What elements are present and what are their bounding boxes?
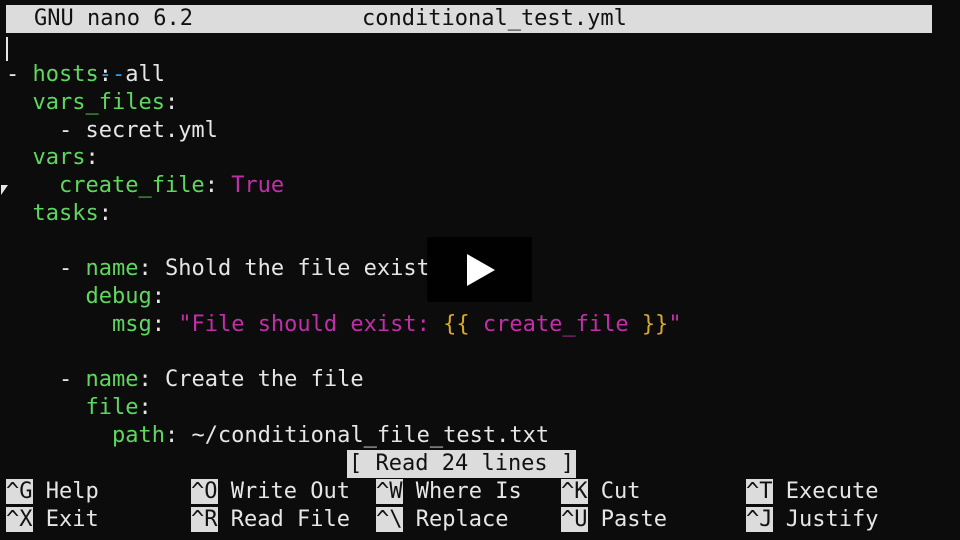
yaml-key: vars_files xyxy=(32,90,165,115)
shortcut-key: ^R xyxy=(191,507,218,532)
shortcut-help[interactable]: ^G Help xyxy=(6,478,99,506)
editor-line-1[interactable]: --- xyxy=(6,33,125,87)
yaml-key: debug xyxy=(85,284,152,309)
jinja-variable: create_file xyxy=(469,312,642,337)
editor-line-5[interactable]: vars: xyxy=(6,144,99,172)
yaml-bool-value: True xyxy=(231,173,285,198)
yaml-key: tasks xyxy=(32,201,99,226)
video-play-button[interactable] xyxy=(427,237,532,302)
shortcut-key: ^G xyxy=(6,479,33,504)
yaml-colon: : xyxy=(151,312,179,337)
shortcut-key: ^W xyxy=(376,479,403,504)
yaml-key: name xyxy=(85,256,139,281)
yaml-key: file xyxy=(85,395,139,420)
shortcut-write-out[interactable]: ^O Write Out xyxy=(191,478,350,506)
terminal-screen: GNU nano 6.2 conditional_test.yml --- - … xyxy=(0,0,960,540)
shortcut-key: ^U xyxy=(561,507,588,532)
shortcut-label: Exit xyxy=(45,507,99,532)
shortcut-key: ^O xyxy=(191,479,218,504)
yaml-value: : ~/conditional_file_test.txt xyxy=(164,423,550,448)
editor-line-13[interactable]: - name: Create the file xyxy=(6,366,364,394)
nano-version: GNU nano 6.2 xyxy=(34,6,193,31)
shortcut-label: Cut xyxy=(600,479,641,504)
shortcut-cut[interactable]: ^K Cut xyxy=(561,478,641,506)
shortcut-key: ^T xyxy=(746,479,773,504)
yaml-colon: : xyxy=(151,284,165,309)
shortcut-key: ^X xyxy=(6,507,33,532)
text-cursor xyxy=(6,37,8,61)
yaml-key: create_file xyxy=(58,173,205,198)
shortcut-label: Read File xyxy=(230,507,350,532)
editor-line-10[interactable]: debug: xyxy=(6,283,165,311)
shortcut-label: Replace xyxy=(415,507,509,532)
yaml-string: "File should exist: xyxy=(178,312,444,337)
yaml-string-end: " xyxy=(668,312,682,337)
play-icon xyxy=(467,254,495,286)
shortcut-label: Help xyxy=(45,479,99,504)
yaml-dash: - xyxy=(58,367,86,392)
shortcut-key: ^J xyxy=(746,507,773,532)
yaml-key: hosts xyxy=(32,62,99,87)
shortcut-read-file[interactable]: ^R Read File xyxy=(191,506,350,534)
editor-line-7[interactable]: tasks: xyxy=(6,200,112,228)
yaml-value: : Shold the file exist xyxy=(138,256,430,281)
shortcut-exit[interactable]: ^X Exit xyxy=(6,506,99,534)
shortcut-where-is[interactable]: ^W Where Is xyxy=(376,478,522,506)
shortcut-execute[interactable]: ^T Execute xyxy=(746,478,878,506)
yaml-colon: : xyxy=(164,90,179,115)
editor-line-14[interactable]: file: xyxy=(6,394,152,422)
yaml-key: msg xyxy=(111,312,152,337)
editor-line-3[interactable]: vars_files: xyxy=(6,89,179,117)
yaml-key: path xyxy=(111,423,165,448)
shortcut-label: Execute xyxy=(785,479,879,504)
yaml-dash: - xyxy=(58,256,86,281)
shortcut-label: Where Is xyxy=(415,479,522,504)
shortcut-justify[interactable]: ^J Justify xyxy=(746,506,878,534)
shortcut-paste[interactable]: ^U Paste xyxy=(561,506,667,534)
shortcut-key: ^K xyxy=(561,479,588,504)
mouse-pointer-icon xyxy=(1,185,8,195)
yaml-colon: : xyxy=(138,395,152,420)
editor-line-9[interactable]: - name: Shold the file exist xyxy=(6,255,430,283)
nano-title-bar: GNU nano 6.2 conditional_test.yml xyxy=(6,5,932,33)
yaml-key: vars xyxy=(32,145,86,170)
shortcut-key: ^\ xyxy=(376,507,403,532)
editor-line-15[interactable]: path: ~/conditional_file_test.txt xyxy=(6,422,549,450)
yaml-list-item: - secret.yml xyxy=(58,118,218,143)
editor-line-2[interactable]: - hosts: all xyxy=(6,61,165,89)
shortcut-label: Paste xyxy=(600,507,667,532)
editor-line-6[interactable]: create_file: True xyxy=(6,172,284,200)
yaml-value: : Create the file xyxy=(138,367,364,392)
file-name: conditional_test.yml xyxy=(362,6,627,31)
editor-line-4[interactable]: - secret.yml xyxy=(6,117,218,145)
yaml-colon: : xyxy=(98,201,112,226)
editor-line-11[interactable]: msg: "File should exist: {{ create_file … xyxy=(6,311,682,339)
yaml-key: name xyxy=(85,367,139,392)
status-message: [ Read 24 lines ] xyxy=(347,450,577,478)
yaml-colon: : xyxy=(85,145,99,170)
yaml-colon: : xyxy=(204,173,232,198)
shortcut-replace[interactable]: ^\ Replace xyxy=(376,506,508,534)
yaml-dash: - xyxy=(6,62,33,87)
shortcut-label: Justify xyxy=(785,507,879,532)
shortcut-label: Write Out xyxy=(230,479,350,504)
jinja-brace-open: {{ xyxy=(443,312,470,337)
yaml-value: : all xyxy=(98,62,165,87)
jinja-brace-close: }} xyxy=(641,312,669,337)
